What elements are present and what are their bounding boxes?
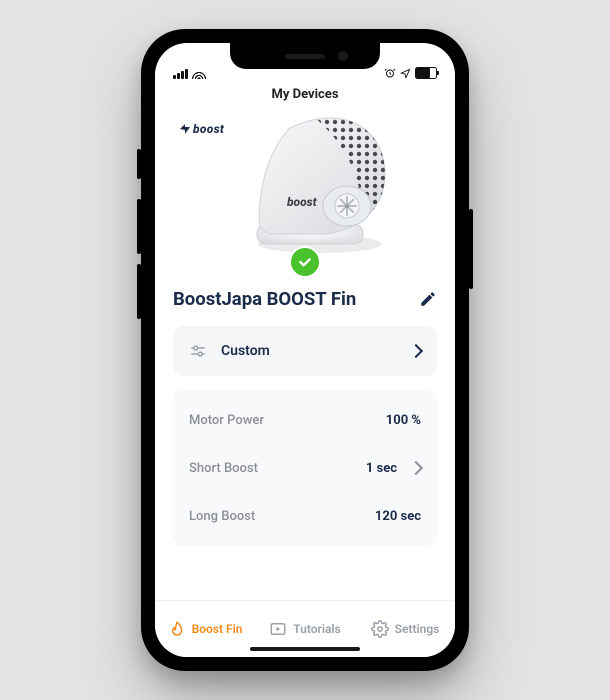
brand-logo: boost xyxy=(179,122,224,136)
battery-icon xyxy=(415,67,437,79)
mode-selector[interactable]: Custom xyxy=(173,326,437,376)
wifi-icon xyxy=(192,69,206,79)
tutorials-icon xyxy=(269,620,287,638)
alarm-icon xyxy=(384,67,396,79)
notch xyxy=(230,43,380,69)
silence-switch xyxy=(137,149,141,179)
svg-text:boost: boost xyxy=(286,195,318,209)
motor-power-row: Motor Power 100 % xyxy=(189,396,421,444)
connected-check-icon xyxy=(289,246,321,278)
mode-label: Custom xyxy=(221,343,270,359)
gear-icon xyxy=(371,620,389,638)
cellular-signal-icon xyxy=(173,69,188,79)
device-name: BoostJapa BOOST Fin xyxy=(173,288,356,310)
page-title: My Devices xyxy=(155,81,455,110)
device-image: boost xyxy=(235,110,405,260)
sliders-icon xyxy=(189,342,207,360)
chevron-right-icon xyxy=(409,344,423,358)
home-indicator[interactable] xyxy=(250,647,360,651)
device-hero: boost xyxy=(173,110,437,280)
chevron-right-icon xyxy=(409,461,423,475)
edit-name-button[interactable] xyxy=(419,290,437,308)
short-boost-row[interactable]: Short Boost 1 sec xyxy=(189,444,421,492)
settings-card: Motor Power 100 % Short Boost 1 sec Long… xyxy=(173,390,437,546)
location-icon xyxy=(400,68,411,79)
volume-down-button xyxy=(137,264,141,319)
phone-frame: My Devices boost xyxy=(141,29,469,671)
long-boost-row: Long Boost 120 sec xyxy=(189,492,421,540)
boost-fin-icon xyxy=(168,620,186,638)
volume-up-button xyxy=(137,199,141,254)
tab-boost-fin[interactable]: Boost Fin xyxy=(155,601,255,657)
power-button xyxy=(469,209,473,289)
tab-settings[interactable]: Settings xyxy=(355,601,455,657)
